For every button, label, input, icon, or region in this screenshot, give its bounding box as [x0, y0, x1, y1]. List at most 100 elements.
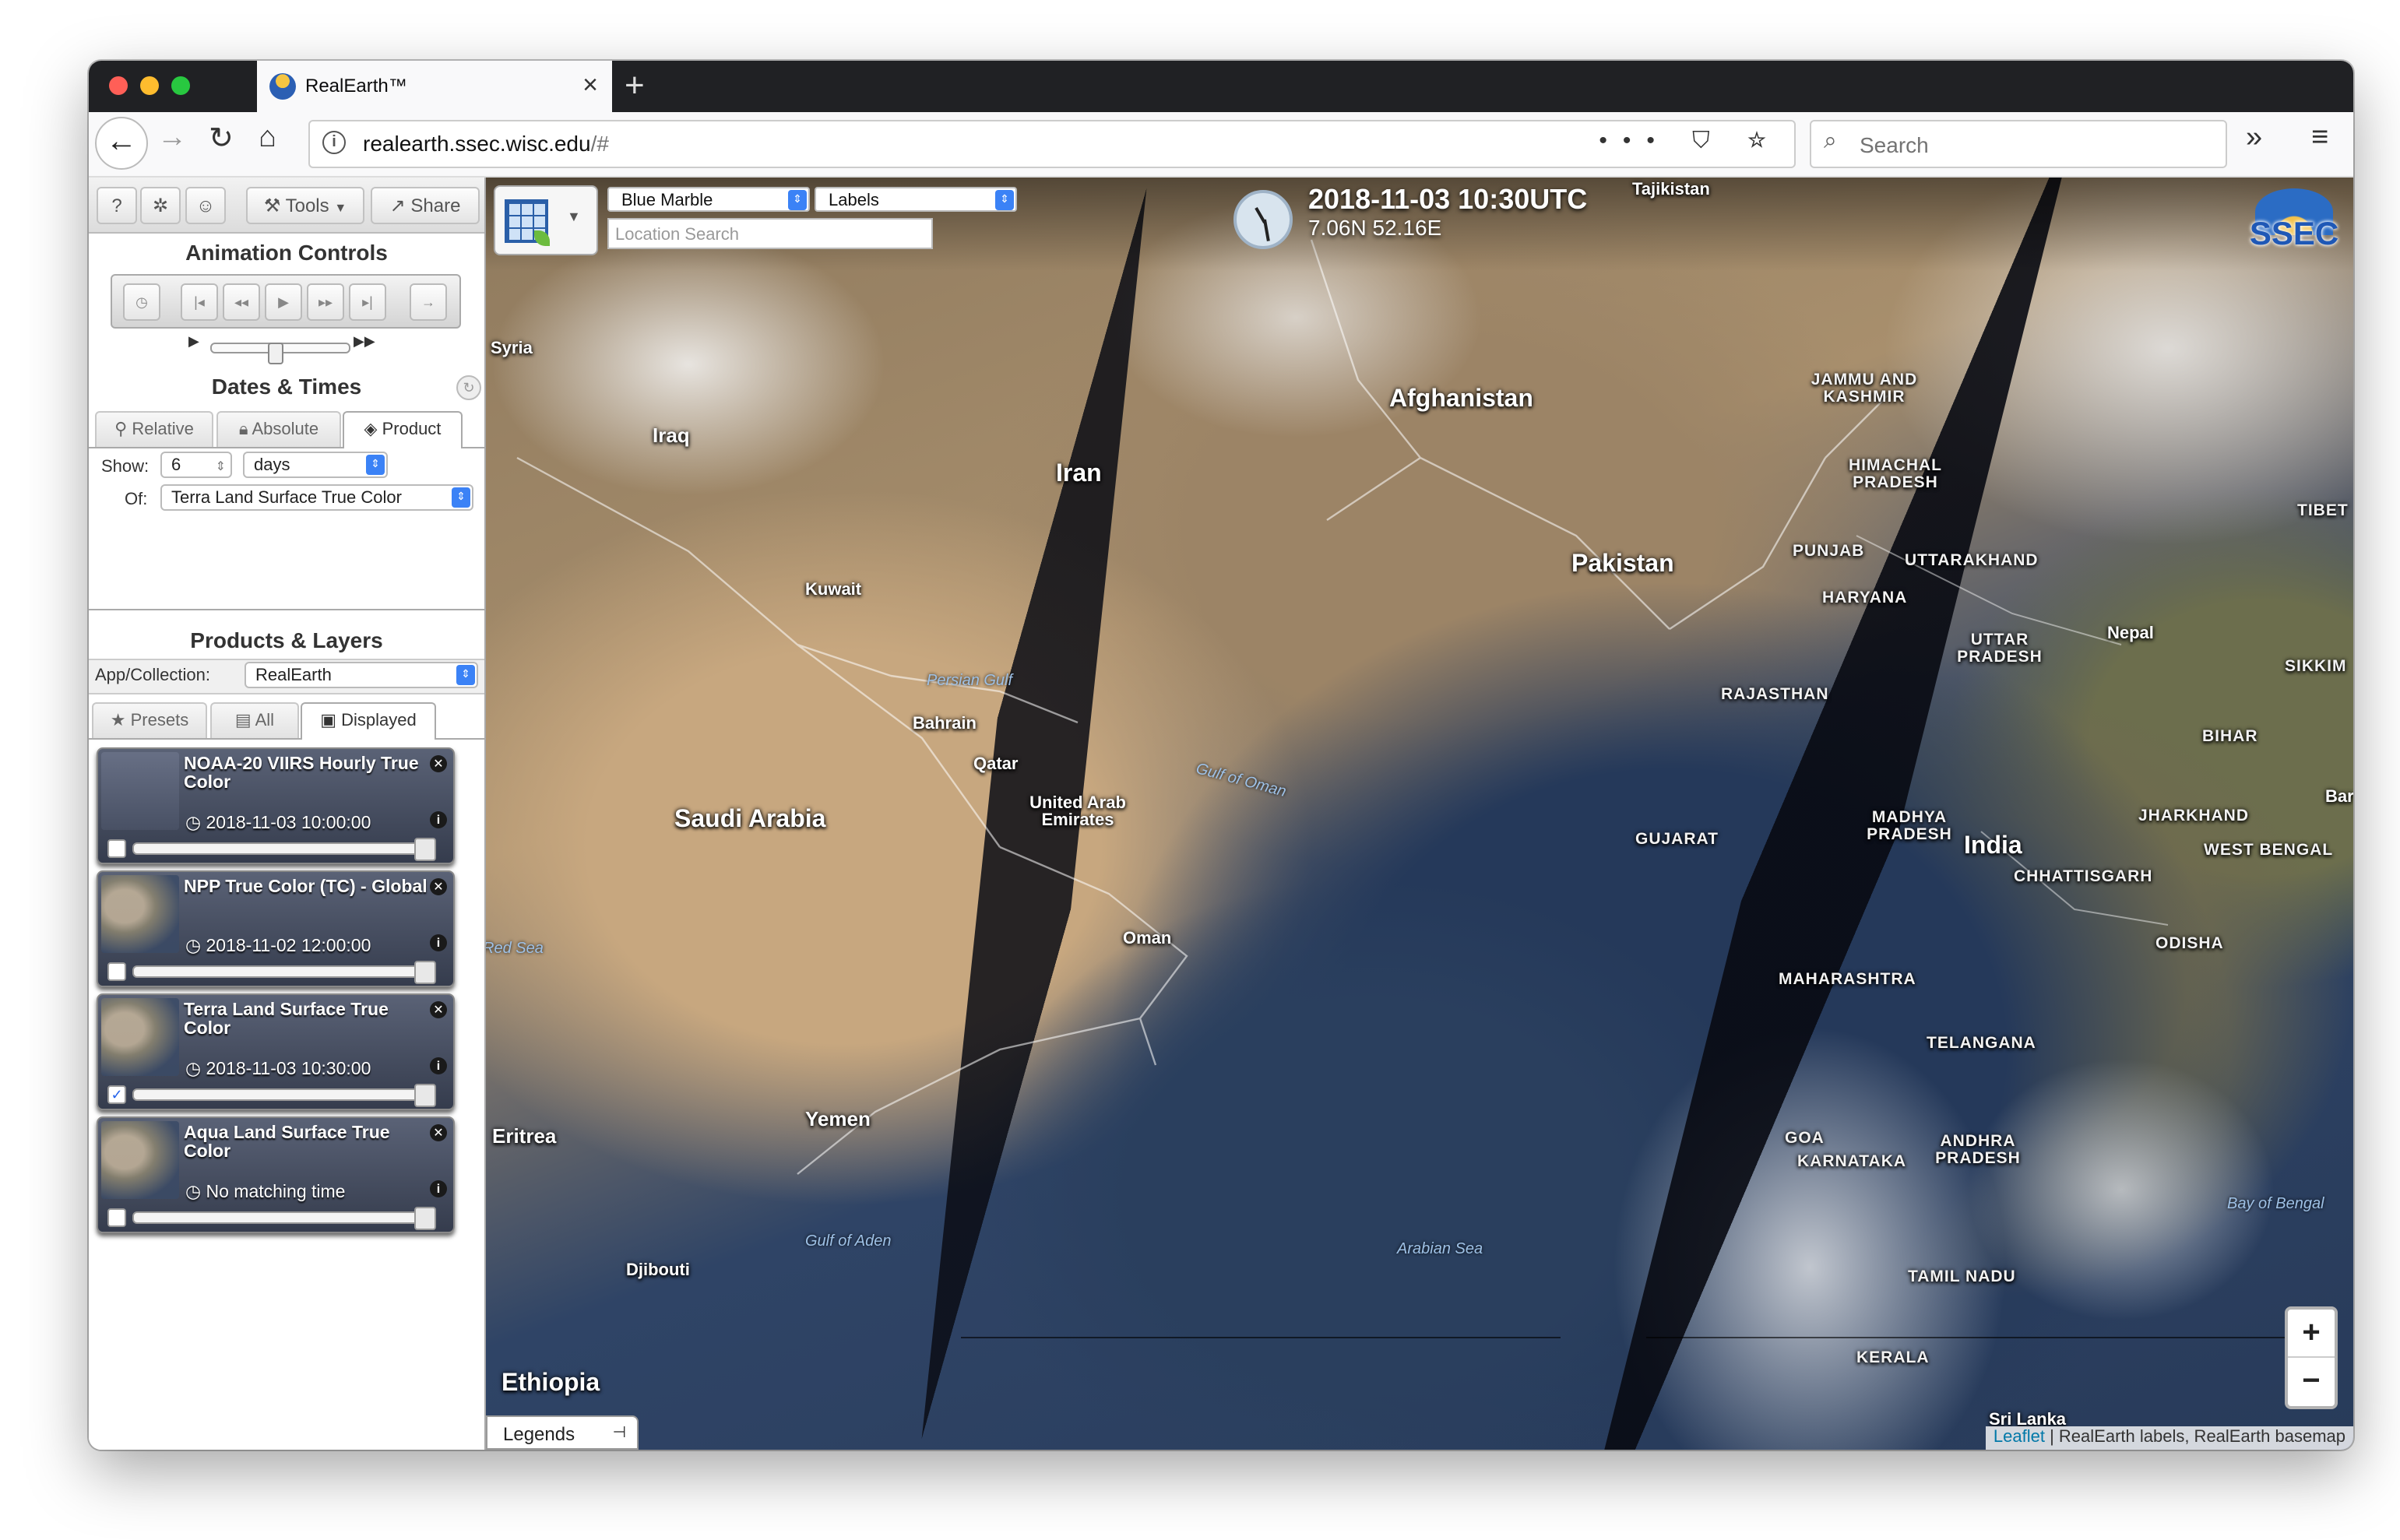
layer-time-text: 2018-11-03 10:00:00 — [206, 814, 371, 833]
step-forward-icon[interactable]: ▸▸ — [307, 283, 344, 321]
map-label: UTTARAKHAND — [1905, 551, 2039, 570]
play-icon[interactable]: ▶ — [265, 283, 302, 321]
pin-icon[interactable]: ⊣ — [613, 1417, 626, 1450]
legends-button[interactable]: Legends ⊣ — [486, 1415, 639, 1450]
map-label: MAHARASHTRA — [1779, 970, 1916, 989]
close-window-button[interactable] — [109, 76, 128, 95]
remove-layer-icon[interactable]: ✕ — [430, 1001, 447, 1018]
layer-visibility-checkbox[interactable] — [107, 962, 126, 981]
layer-card[interactable]: NOAA-20 VIIRS Hourly True Color ✕ ◷ 2018… — [97, 747, 455, 864]
map-label: Tajikistan — [1632, 181, 1710, 199]
app-collection-row: App/Collection: RealEarth ⇕ — [89, 659, 484, 694]
site-info-icon[interactable]: i — [322, 131, 346, 154]
tab-displayed[interactable]: ▣ Displayed — [301, 702, 436, 740]
url-bar[interactable]: i realearth.ssec.wisc.edu/# ••• ⛉ ☆ — [308, 120, 1796, 168]
layer-card[interactable]: NPP True Color (TC) - Global ✕ ◷ 2018-11… — [97, 870, 455, 987]
slow-icon: ▶ — [188, 333, 199, 349]
share-label: Share — [410, 195, 461, 216]
show-count-value: 6 — [171, 456, 181, 475]
opacity-slider[interactable] — [132, 961, 436, 984]
home-icon[interactable]: ⌂ — [259, 121, 276, 156]
tab-relative[interactable]: ⚲ Relative — [95, 411, 213, 447]
opacity-slider-handle[interactable] — [414, 1207, 436, 1230]
overflow-chevron-icon[interactable]: » — [2246, 121, 2262, 156]
layer-card[interactable]: Aqua Land Surface True Color ✕ ◷ No matc… — [97, 1116, 455, 1233]
basemap-layers-button[interactable]: ▼ — [494, 185, 598, 255]
clock-icon: ◷ — [185, 1183, 202, 1202]
remove-layer-icon[interactable]: ✕ — [430, 878, 447, 895]
info-icon[interactable]: i — [430, 1180, 447, 1197]
step-back-icon[interactable]: ◂◂ — [223, 283, 260, 321]
opacity-slider[interactable] — [132, 1084, 436, 1107]
info-icon[interactable]: i — [430, 1057, 447, 1074]
user-icon[interactable]: ☺ — [185, 187, 226, 224]
share-button[interactable]: ↗ Share — [371, 187, 480, 224]
remove-layer-icon[interactable]: ✕ — [430, 1124, 447, 1141]
last-frame-icon[interactable]: ▸| — [349, 283, 386, 321]
ssec-logo[interactable]: SSEC — [2246, 188, 2342, 260]
tools-dropdown-button[interactable]: ⚒ Tools ▼ — [246, 187, 364, 224]
map-label: PUNJAB — [1793, 542, 1865, 561]
tab-product[interactable]: ◈ Product — [343, 411, 463, 448]
reload-icon[interactable]: ↻ — [209, 121, 234, 157]
labels-select[interactable]: Labels ⇕ — [815, 187, 1017, 212]
tab-close-icon[interactable]: × — [582, 70, 598, 101]
opacity-slider[interactable] — [132, 838, 436, 861]
app-collection-select[interactable]: RealEarth ⇕ — [245, 662, 478, 688]
clock-icon[interactable]: ◷ — [123, 283, 160, 321]
layer-card[interactable]: Terra Land Surface True Color ✕ ◷ 2018-1… — [97, 993, 455, 1110]
speed-slider[interactable] — [210, 343, 350, 364]
tab-realearth[interactable]: RealEarth™ × — [257, 61, 612, 112]
remove-layer-icon[interactable]: ✕ — [430, 755, 447, 772]
product-select[interactable]: Terra Land Surface True Color ⇕ — [160, 484, 473, 511]
forward-arrow-icon[interactable]: → — [157, 121, 187, 156]
location-search-input[interactable]: Location Search — [607, 218, 933, 249]
hamburger-menu-icon[interactable]: ≡ — [2311, 121, 2328, 156]
opacity-slider-handle[interactable] — [414, 838, 436, 861]
maximize-window-button[interactable] — [171, 76, 190, 95]
layer-visibility-checkbox[interactable]: ✓ — [107, 1085, 126, 1104]
page-actions-icons[interactable]: ••• ⛉ ☆ — [1599, 128, 1782, 154]
settings-gear-icon[interactable]: ✲ — [140, 187, 181, 224]
zoom-out-button[interactable]: − — [2288, 1358, 2335, 1405]
map-label: Yemen — [805, 1107, 871, 1130]
divider — [89, 609, 484, 610]
stepper-arrows-icon[interactable]: ⇕ — [216, 453, 226, 480]
map-label: Ethiopia — [501, 1370, 600, 1397]
tab-presets[interactable]: ★ Presets — [92, 702, 207, 738]
browser-search-field[interactable]: ⌕ Search — [1810, 120, 2227, 168]
speed-slider-handle[interactable] — [268, 343, 283, 364]
layer-time-text: 2018-11-02 12:00:00 — [206, 937, 371, 956]
opacity-slider-handle[interactable] — [414, 1084, 436, 1107]
tab-absolute[interactable]: 🔒︎ Absolute — [216, 411, 341, 447]
wrench-icon: ⚒ — [263, 195, 281, 216]
back-arrow-icon[interactable]: ← — [95, 117, 148, 170]
image-icon: ▣ — [320, 712, 337, 730]
first-frame-icon[interactable]: |◂ — [181, 283, 218, 321]
loop-icon[interactable]: → — [410, 283, 447, 321]
layer-visibility-checkbox[interactable] — [107, 839, 126, 858]
opacity-slider-handle[interactable] — [414, 961, 436, 984]
tab-all[interactable]: ▤ All — [210, 702, 299, 738]
basemap-select[interactable]: Blue Marble ⇕ — [607, 187, 810, 212]
time-unit-select[interactable]: days ⇕ — [243, 452, 388, 478]
satellite-map[interactable]: Tajikistan Syria Iraq Iran Afghanistan P… — [486, 178, 2353, 1450]
info-icon[interactable]: i — [430, 811, 447, 828]
new-tab-plus-icon[interactable]: + — [625, 65, 645, 106]
leaflet-link[interactable]: Leaflet — [1994, 1428, 2045, 1447]
map-label: CHHATTISGARH — [2014, 867, 2153, 886]
help-button[interactable]: ? — [97, 187, 137, 224]
minimize-window-button[interactable] — [140, 76, 159, 95]
map-label: KERALA — [1856, 1348, 1930, 1367]
show-count-stepper[interactable]: 6 ⇕ — [160, 452, 232, 478]
opacity-slider[interactable] — [132, 1207, 436, 1230]
layer-visibility-checkbox[interactable] — [107, 1208, 126, 1227]
legends-label: Legends — [503, 1423, 575, 1445]
zoom-in-button[interactable]: + — [2288, 1310, 2335, 1358]
refresh-icon[interactable]: ↻ — [456, 375, 481, 400]
map-attribution: Leaflet | RealEarth labels, RealEarth ba… — [1985, 1426, 2353, 1450]
layer-thumbnail — [101, 998, 179, 1076]
layer-name: Terra Land Surface True Color — [184, 1001, 389, 1039]
url-text[interactable]: realearth.ssec.wisc.edu/# — [363, 131, 609, 156]
info-icon[interactable]: i — [430, 934, 447, 951]
